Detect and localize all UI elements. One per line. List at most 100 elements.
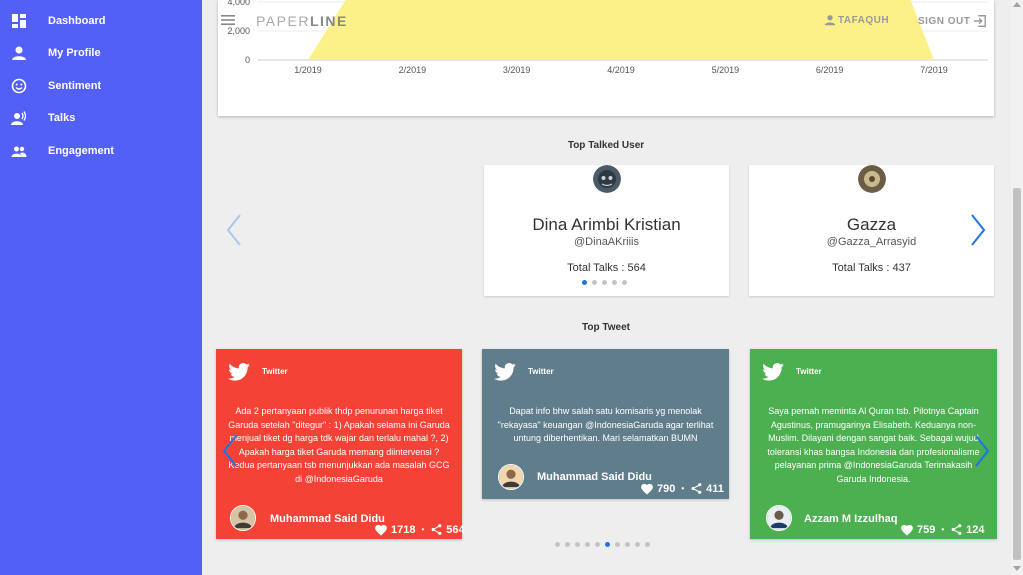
sidebar-item-talks[interactable]: Talks: [0, 104, 202, 132]
sidebar-item-label: Dashboard: [48, 15, 106, 27]
carousel-dot[interactable]: [575, 542, 580, 547]
tweet-likes: 759: [917, 523, 936, 536]
brand-logo[interactable]: PAPERLINE: [256, 13, 348, 29]
tweet-stats: 1718 • 564: [374, 523, 465, 536]
tweet-source: Twitter: [262, 367, 288, 376]
tweet-author-avatar: [766, 505, 792, 531]
twitter-bird-icon: [228, 363, 250, 381]
share-icon[interactable]: [690, 482, 703, 495]
sidebar-item-sentiment[interactable]: Sentiment: [0, 72, 202, 100]
tweet-author: Muhammad Said Didu: [537, 471, 652, 483]
stats-separator: •: [941, 525, 945, 534]
user-name: Dina Arimbi Kristian: [532, 215, 681, 234]
user-total-talks: Total Talks : 564: [567, 262, 646, 274]
user-carousel-dots: [582, 280, 627, 285]
user-card[interactable]: Gazza @Gazza_Arrasyid Total Talks : 437: [749, 165, 994, 296]
person-icon: [12, 46, 26, 60]
tweet-text: Ada 2 pertanyaan publik thdp penurunan h…: [228, 406, 450, 484]
sidebar-item-label: My Profile: [48, 47, 101, 59]
page-scrollbar[interactable]: [1011, 0, 1023, 575]
sidebar-item-engagement[interactable]: Engagement: [0, 137, 202, 165]
user-card[interactable]: Dina Arimbi Kristian @DinaAKriiis Total …: [484, 165, 729, 296]
heart-icon[interactable]: [900, 523, 914, 536]
brand-light-text: PAPER: [256, 13, 310, 29]
top-talked-user-title: Top Talked User: [567, 140, 645, 151]
share-icon[interactable]: [950, 523, 963, 536]
carousel-dot[interactable]: [612, 280, 617, 285]
tweet-text: Saya pernah meminta Al Quran tsb. Pilotn…: [767, 406, 980, 484]
dashboard-icon: [12, 14, 26, 28]
sidebar: Dashboard My Profile Sentiment Talks Eng…: [0, 0, 202, 575]
tweet-card[interactable]: Twitter Ada 2 pertanyaan publik thdp pen…: [216, 349, 465, 539]
sidebar-item-dashboard[interactable]: Dashboard: [0, 7, 202, 35]
smiley-icon: [11, 78, 27, 94]
tweet-shares: 564: [446, 523, 465, 536]
scroll-up-icon[interactable]: [1013, 2, 1021, 7]
tweet-author-avatar: [230, 505, 256, 531]
carousel-dot[interactable]: [645, 542, 650, 547]
tweet-carousel-next-icon[interactable]: [972, 433, 992, 469]
exit-icon: [974, 15, 987, 27]
scroll-down-icon[interactable]: [1013, 566, 1021, 571]
tweet-shares: 124: [966, 523, 985, 536]
chart-x-tick-label: 2/2019: [399, 65, 427, 75]
user-name: TAFAQUH: [838, 14, 890, 26]
share-icon[interactable]: [430, 523, 443, 536]
carousel-dot[interactable]: [585, 542, 590, 547]
chart-y-tick-label: 0: [245, 55, 250, 65]
hamburger-menu-icon[interactable]: [221, 14, 235, 26]
tweet-card[interactable]: Twitter Dapat info bhw salah satu komisa…: [482, 349, 729, 499]
sidebar-item-label: Engagement: [48, 145, 115, 157]
chart-x-tick-label: 7/2019: [920, 65, 948, 75]
twitter-bird-icon: [494, 363, 516, 381]
carousel-dot[interactable]: [615, 542, 620, 547]
heart-icon[interactable]: [374, 523, 388, 536]
user-avatar: [592, 165, 621, 193]
tweet-author: Azzam M Izzulhaq: [804, 513, 898, 525]
user-name: Gazza: [846, 215, 897, 234]
stats-separator: •: [681, 484, 685, 493]
carousel-dot[interactable]: [605, 542, 610, 547]
top-tweet-title: Top Tweet: [582, 322, 630, 333]
heart-icon[interactable]: [640, 482, 654, 495]
user-carousel-next-icon[interactable]: [968, 212, 988, 248]
tweet-card[interactable]: Twitter Saya pernah meminta Al Quran tsb…: [750, 349, 997, 539]
tweet-author-avatar: [498, 464, 524, 490]
user-avatar: [857, 165, 886, 193]
tweet-carousel-prev-icon[interactable]: [220, 433, 240, 469]
carousel-dot[interactable]: [622, 280, 627, 285]
scroll-thumb[interactable]: [1013, 188, 1021, 560]
chart-x-tick-label: 3/2019: [503, 65, 531, 75]
user-carousel-prev-icon[interactable]: [224, 212, 244, 248]
tweet-likes: 1718: [391, 523, 416, 536]
chart-x-tick-label: 6/2019: [816, 65, 844, 75]
twitter-bird-icon: [762, 363, 784, 381]
carousel-dot[interactable]: [602, 280, 607, 285]
sidebar-item-label: Sentiment: [48, 80, 102, 92]
sign-out-label: SIGN OUT: [918, 15, 971, 27]
carousel-dot[interactable]: [635, 542, 640, 547]
tweet-carousel-dots: [555, 542, 650, 547]
sidebar-item-my-profile[interactable]: My Profile: [0, 39, 202, 67]
carousel-dot[interactable]: [565, 542, 570, 547]
tweet-shares: 411: [706, 482, 724, 495]
carousel-dot[interactable]: [582, 280, 587, 285]
tweet-text: Dapat info bhw salah satu komisaris yg m…: [497, 406, 714, 444]
carousel-dot[interactable]: [592, 280, 597, 285]
user-total-talks: Total Talks : 437: [832, 262, 911, 274]
tweet-source: Twitter: [528, 367, 554, 376]
carousel-dot[interactable]: [555, 542, 560, 547]
chart-x-tick-label: 5/2019: [712, 65, 740, 75]
user-handle: @DinaAKriiis: [574, 236, 639, 248]
carousel-dot[interactable]: [595, 542, 600, 547]
brand-bold-text: LINE: [309, 13, 348, 29]
chart-x-tick-label: 4/2019: [607, 65, 635, 75]
sidebar-item-label: Talks: [48, 112, 76, 124]
tweet-stats: 790 • 411: [640, 482, 724, 495]
sign-out-button[interactable]: SIGN OUT: [918, 14, 987, 28]
user-menu[interactable]: TAFAQUH: [824, 14, 889, 26]
stats-separator: •: [421, 525, 425, 534]
chart-x-tick-label: 1/2019: [294, 65, 322, 75]
tweet-author: Muhammad Said Didu: [270, 513, 385, 525]
carousel-dot[interactable]: [625, 542, 630, 547]
